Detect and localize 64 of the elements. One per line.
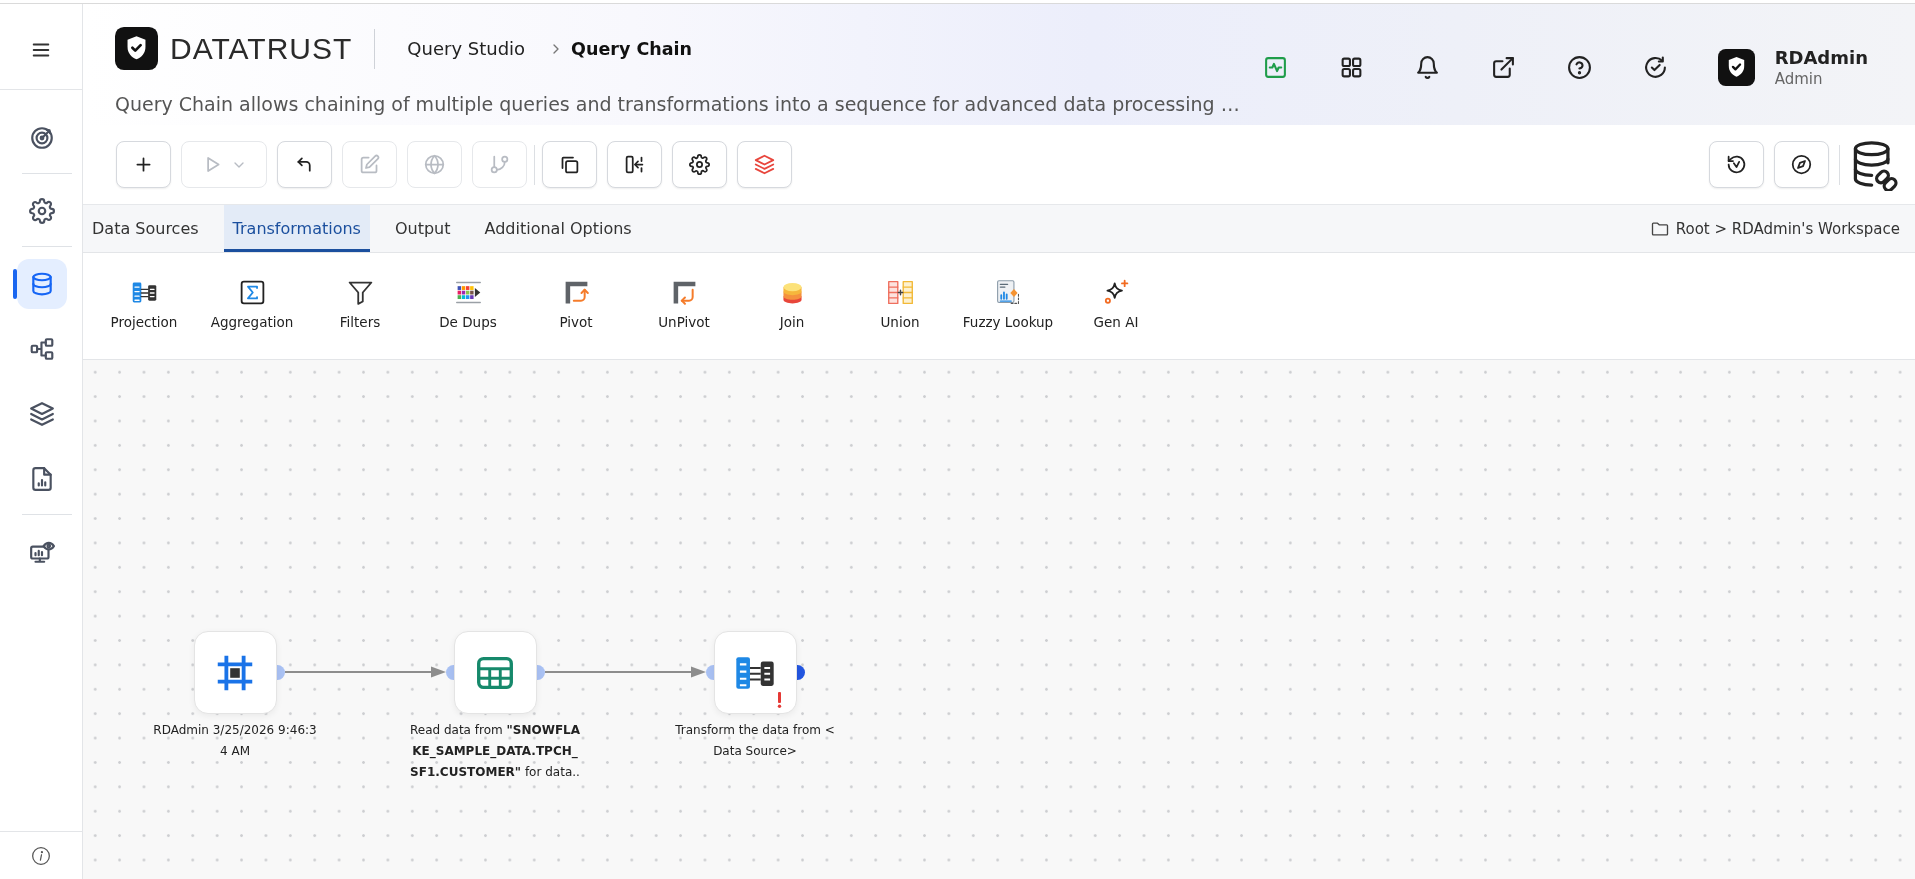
- workflow-node[interactable]: [193, 631, 277, 714]
- tool-item[interactable]: Union: [846, 253, 954, 359]
- node-label: Read data from "SNOWFLAKE_SAMPLE_DATA.TPCH_SF1.CUSTOMER" for data..: [409, 722, 581, 781]
- tool-item[interactable]: Aggregation: [198, 253, 306, 359]
- page-description: Query Chain allows chaining of multiple queries and transformations into a sequence for advanced data processing …: [115, 92, 1240, 116]
- globe-icon: [424, 154, 445, 175]
- compass-button[interactable]: [1774, 141, 1829, 188]
- file-chart-icon: [29, 466, 55, 492]
- selection-indicator: [13, 269, 17, 299]
- tool-item[interactable]: Filters: [306, 253, 414, 359]
- tool-item[interactable]: De Dups: [414, 253, 522, 359]
- brand-name: DATATRUST: [170, 33, 353, 64]
- tab[interactable]: Data Sources: [83, 205, 208, 252]
- input-port[interactable]: [445, 665, 454, 680]
- panel-arrow-icon: [624, 154, 645, 175]
- input-port[interactable]: [705, 665, 714, 680]
- compass-icon: [1791, 154, 1812, 175]
- node-label: RDAdmin 3/25/2026 9:46:34 AM: [152, 722, 318, 760]
- nav-item[interactable]: [17, 259, 67, 309]
- user-name: RDAdmin: [1774, 46, 1868, 69]
- pencil-square-icon: [359, 154, 380, 175]
- tool-item[interactable]: Projection: [90, 253, 198, 359]
- database-icon: [29, 271, 55, 297]
- info-icon[interactable]: [31, 845, 51, 866]
- refresh-check-icon[interactable]: [1642, 55, 1668, 80]
- workflow-node[interactable]: [713, 631, 797, 714]
- tab[interactable]: Transformations: [223, 205, 370, 252]
- tool-item[interactable]: Pivot: [522, 253, 630, 359]
- activity-icon[interactable]: [1262, 55, 1288, 80]
- layers-icon: [754, 154, 775, 175]
- tool-item[interactable]: Join: [738, 253, 846, 359]
- breadcrumb-item[interactable]: Query Studio: [407, 38, 526, 59]
- bell-icon[interactable]: [1414, 55, 1440, 80]
- history-button[interactable]: [1709, 141, 1764, 188]
- shield-logo-icon: [115, 27, 158, 70]
- tab[interactable]: Additional Options: [475, 205, 641, 252]
- split-view-button[interactable]: [607, 141, 662, 188]
- settings-button[interactable]: [672, 141, 727, 188]
- flow-diagram-icon: [29, 336, 55, 362]
- settings-icon: [689, 154, 710, 175]
- tab[interactable]: Output: [385, 205, 460, 252]
- copy-button[interactable]: [542, 141, 597, 188]
- tables-plus-icon: [885, 278, 915, 307]
- user-role: Admin: [1774, 68, 1824, 89]
- layers-icon: [29, 401, 55, 427]
- branch-icon: [489, 154, 510, 175]
- help-icon[interactable]: [1566, 55, 1592, 80]
- node-label: Transform the data from <Data Source>: [674, 722, 836, 760]
- tool-item[interactable]: UnPivot: [630, 253, 738, 359]
- workflow-node[interactable]: [453, 631, 537, 714]
- monitor-eye-icon: [29, 539, 55, 565]
- layers-button[interactable]: [737, 141, 792, 188]
- external-link-icon[interactable]: [1490, 55, 1516, 80]
- settings-icon: [29, 198, 55, 224]
- target-icon: [29, 125, 55, 151]
- breadcrumb-item[interactable]: Query Chain: [571, 38, 692, 59]
- avatar-icon[interactable]: [1717, 49, 1755, 86]
- tool-item[interactable]: Fuzzy Lookup: [954, 253, 1062, 359]
- output-port[interactable]: [796, 665, 805, 680]
- copy-icon: [559, 154, 580, 175]
- workspace-path[interactable]: Root > RDAdmin's Workspace: [1675, 219, 1900, 238]
- tool-item[interactable]: Gen AI: [1062, 253, 1170, 359]
- undo-button[interactable]: [277, 141, 332, 188]
- history-icon: [1726, 154, 1747, 175]
